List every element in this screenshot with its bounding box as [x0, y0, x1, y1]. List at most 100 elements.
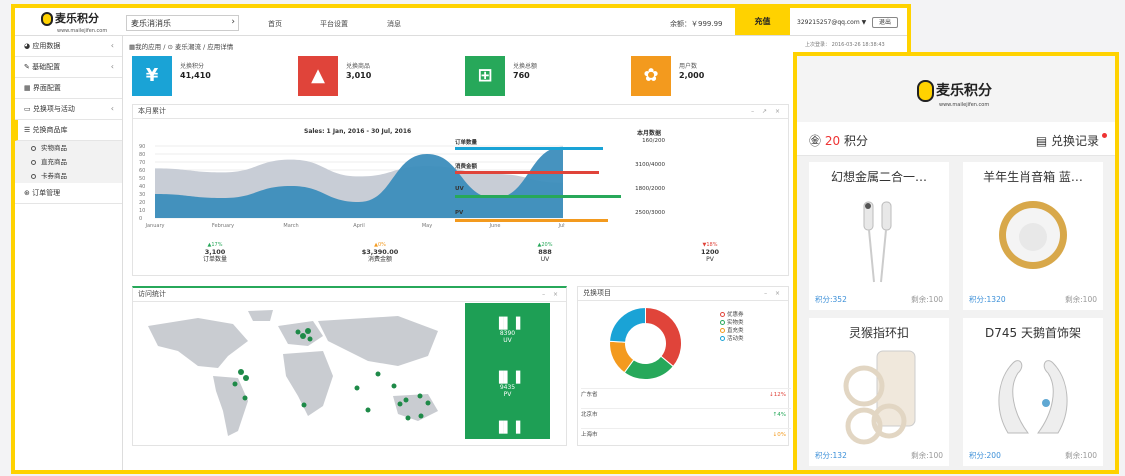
sidebar-sub-label: 直充商品 — [41, 158, 67, 166]
brand-logo[interactable]: 麦乐积分 www.mailejifen.com — [41, 12, 107, 37]
sidebar-item-label: 兑换商品库 — [32, 126, 68, 134]
sidebar-sub-label: 实物商品 — [41, 144, 67, 152]
y-tick-label: 50 — [139, 176, 145, 182]
nav-messages[interactable]: 消息 — [387, 19, 401, 29]
uv-label: UV — [503, 337, 512, 344]
y-tick-label: 70 — [139, 160, 145, 166]
sidebar-sub-coupon[interactable]: 卡券商品 — [15, 169, 122, 183]
x-tick-label: June — [489, 223, 501, 229]
legend-label: 活动类 — [727, 336, 744, 342]
province-row: 广东省 ↓12% — [581, 388, 791, 402]
panel-controls[interactable]: – ↗ × — [751, 105, 783, 118]
sidebar-item-label: 订单管理 — [32, 189, 61, 197]
province-change: ↓12% — [769, 392, 786, 398]
y-tick-label: 30 — [139, 192, 145, 198]
metric-name: UV — [455, 186, 464, 192]
card-value: 760 — [513, 71, 530, 80]
product-points: 积分:352 — [815, 295, 847, 304]
circle-icon — [720, 336, 725, 341]
province-name: 上海市 — [581, 432, 598, 438]
sidebar-item-basic-config[interactable]: ✎ 基础配置 ‹ — [15, 57, 122, 78]
legend-item[interactable]: 优惠券 — [720, 310, 744, 318]
donut-slice-0 — [645, 306, 682, 368]
province-name: 广东省 — [581, 392, 598, 398]
metric-0: 订单数量 160/200 — [455, 138, 665, 150]
panel-controls[interactable]: – × — [542, 288, 561, 301]
x-tick-label: March — [283, 223, 298, 229]
visit-summary: ▐▌▐ 8390 UV ▐▌▐ 9435 PV ▐▌▐ — [465, 303, 550, 439]
admin-dashboard: 麦乐积分 www.mailejifen.com 麦乐消消乐 › 首页 平台设置 消息… — [11, 4, 911, 474]
breadcrumb: ▦我的应用 / ⊙ 麦乐潮流 / 应用详情 — [129, 43, 234, 51]
legend-item[interactable]: 实物类 — [720, 318, 744, 326]
records-label: 兑换记录 — [1050, 134, 1099, 148]
product-card[interactable]: 灵猴指环扣 积分:132 剩余:100 — [809, 318, 949, 466]
user-menu[interactable]: 329215257@qq.com ▼ — [797, 19, 866, 26]
product-card[interactable]: 幻想金属二合一… 积分:352 剩余:100 — [809, 162, 949, 310]
nav-home[interactable]: 首页 — [268, 19, 282, 29]
metric-progress-bar — [455, 219, 609, 222]
province-row: 上海市 ↓0% — [581, 428, 791, 442]
nav-platform-settings[interactable]: 平台设置 — [320, 19, 348, 29]
product-name: D745 天鹅首饰架 — [985, 326, 1081, 340]
product-card[interactable]: D745 天鹅首饰架 积分:200 剩余:100 — [963, 318, 1103, 466]
chevron-left-icon: ‹ — [110, 104, 114, 113]
sidebar-item-ui-config[interactable]: ▦ 界面配置 — [15, 78, 122, 99]
panel-controls[interactable]: – × — [764, 287, 783, 300]
sidebar-item-product-library[interactable]: ☰ 兑换商品库 — [15, 120, 122, 141]
pv-label: PV — [503, 391, 512, 398]
sidebar-item-label: 基础配置 — [32, 63, 61, 71]
province-row: 北京市 ↑4% — [581, 408, 791, 422]
app-selector-value: 麦乐消消乐 — [131, 19, 171, 28]
sales-area-chart: 0 10 20 30 40 50 60 70 80 90 January February March A… — [139, 144, 565, 229]
recharge-button[interactable]: 充值 — [735, 8, 790, 35]
extra-block: ▐▌▐ — [465, 421, 550, 434]
logo-icon — [917, 80, 934, 102]
sidebar-item-orders[interactable]: ⊛ 订单管理 — [15, 183, 122, 204]
area-chart-icon: ▲ — [298, 56, 338, 96]
mobile-store: 麦乐积分 www.mailejifen.com ㊎ 20 积分 ▤ 兑换记录 幻想… — [793, 52, 1119, 474]
app-selector[interactable]: 麦乐消消乐 › — [126, 15, 239, 31]
balance-text: 余额：￥999.99 — [670, 20, 723, 28]
metric-value: 2500/3000 — [635, 210, 665, 216]
exchange-records-link[interactable]: ▤ 兑换记录 — [1036, 132, 1099, 149]
logout-button[interactable]: 退出 — [872, 17, 898, 28]
circle-icon — [31, 145, 36, 151]
logo-icon — [41, 12, 53, 26]
logo-name: 麦乐积分 — [55, 12, 99, 25]
product-name: 羊年生肖音箱 蓝… — [983, 170, 1083, 184]
sidebar-sub-direct[interactable]: 直充商品 — [15, 155, 122, 169]
monthly-title: 本月累计 — [138, 107, 166, 115]
yen-icon: ¥ — [132, 56, 172, 96]
legend-item[interactable]: 直充类 — [720, 326, 744, 334]
card-total: ⊞ 兑换总额 760 — [465, 56, 625, 96]
card-label: 兑换积分 — [180, 63, 205, 70]
card-points: ¥ 兑换积分 41,410 — [132, 56, 292, 96]
stat-3: ▼18% 1200 PV — [665, 242, 755, 263]
stat-0: ▲17% 3,100 订单数量 — [170, 242, 260, 263]
swan-jewelry-stand-image — [998, 360, 1068, 434]
sidebar: ◕ 应用数据 ‹ ✎ 基础配置 ‹ ▦ 界面配置 ▭ 兑换项与活动 ‹ ☰ 兑换商品库… — [15, 36, 123, 470]
exchange-donut-chart — [609, 306, 682, 380]
metric-name: PV — [455, 210, 464, 216]
sidebar-sub-physical[interactable]: 实物商品 — [15, 141, 122, 155]
orders-icon: ⊛ — [24, 189, 33, 197]
grid-icon: ▦ — [24, 84, 33, 92]
chevron-left-icon: ‹ — [110, 41, 114, 50]
world-map[interactable] — [138, 306, 458, 441]
metric-progress-bar — [455, 147, 603, 150]
legend-item[interactable]: 活动类 — [720, 334, 744, 342]
province-name: 北京市 — [581, 412, 598, 418]
product-points: 积分:132 — [815, 451, 847, 460]
sidebar-item-app-data[interactable]: ◕ 应用数据 ‹ — [15, 36, 122, 57]
sidebar-item-exchange-activity[interactable]: ▭ 兑换项与活动 ‹ — [15, 99, 122, 120]
stat-label: 订单数量 — [202, 256, 227, 263]
sidebar-item-label: 应用数据 — [32, 42, 61, 50]
product-card[interactable]: 羊年生肖音箱 蓝… 积分:1320 剩余:100 — [963, 162, 1103, 310]
circle-icon — [31, 173, 36, 179]
metric-name: 消费金额 — [455, 164, 478, 170]
points-display: ㊎ 20 积分 — [809, 132, 868, 149]
product-points: 积分:200 — [969, 451, 1001, 460]
stat-number: 3,100 — [204, 248, 226, 256]
card-value: 41,410 — [180, 71, 211, 80]
y-tick-label: 60 — [139, 168, 145, 174]
